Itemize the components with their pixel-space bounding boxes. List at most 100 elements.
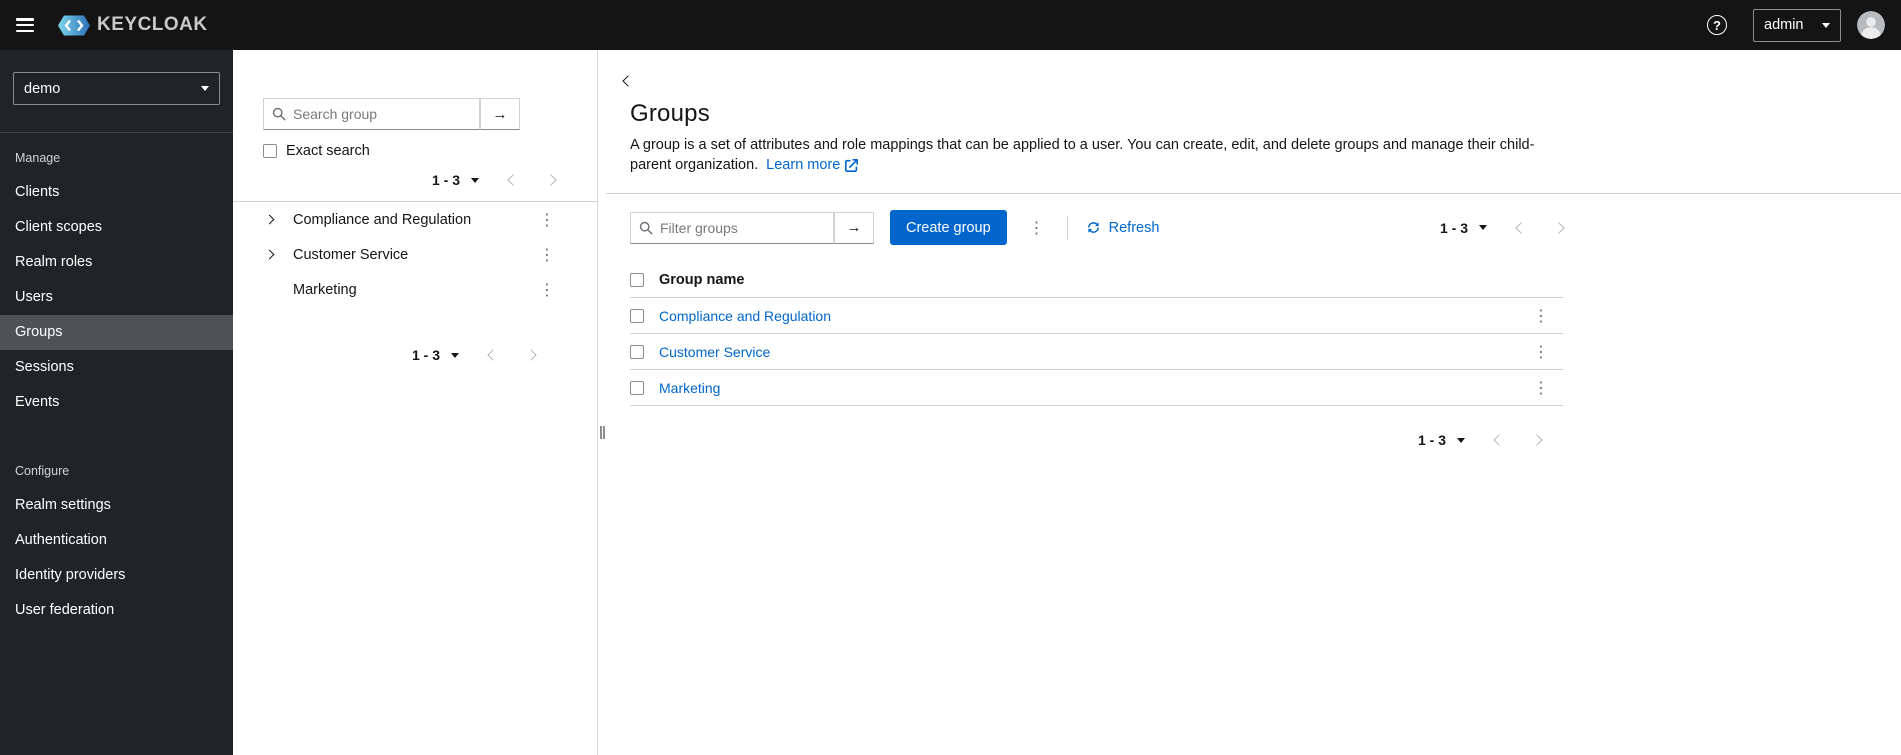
expand-chevron-icon[interactable] bbox=[264, 214, 280, 225]
panel-resize-handle[interactable] bbox=[597, 50, 606, 755]
table-pagination-top: 1 - 3 bbox=[1440, 220, 1565, 236]
pagination-next-button[interactable] bbox=[525, 349, 537, 361]
pagination-prev-button[interactable] bbox=[1515, 221, 1527, 234]
sidebar-item-groups[interactable]: Groups bbox=[0, 315, 233, 350]
filter-box bbox=[630, 211, 834, 244]
row-checkbox[interactable] bbox=[630, 308, 644, 323]
chevron-left-icon bbox=[1515, 221, 1527, 234]
tree-pagination-top: 1 - 3 bbox=[233, 172, 597, 188]
keycloak-logo-icon bbox=[56, 13, 92, 38]
tree-item-label[interactable]: Marketing bbox=[293, 282, 535, 298]
chevron-down-icon bbox=[451, 352, 459, 358]
sidebar-item-clients[interactable]: Clients bbox=[0, 175, 233, 210]
kebab-menu-button[interactable]: ⋮ bbox=[1529, 342, 1553, 362]
sidebar-item-realm-settings[interactable]: Realm settings bbox=[0, 488, 233, 523]
search-icon bbox=[272, 107, 286, 121]
external-link-icon bbox=[845, 158, 859, 172]
chevron-left-icon bbox=[1493, 434, 1505, 446]
kebab-menu-button[interactable]: ⋮ bbox=[535, 245, 559, 265]
refresh-label: Refresh bbox=[1108, 219, 1160, 236]
chevron-left-icon bbox=[487, 349, 499, 361]
pagination-prev-button[interactable] bbox=[1493, 434, 1505, 446]
pagination-range: 1 - 3 bbox=[411, 347, 440, 363]
chevron-right-icon bbox=[1553, 221, 1565, 234]
tree-item-label[interactable]: Compliance and Regulation bbox=[293, 212, 535, 228]
filter-groups-input[interactable] bbox=[630, 211, 834, 244]
grip-icon bbox=[600, 426, 602, 439]
page-description: A group is a set of attributes and role … bbox=[630, 137, 1535, 175]
row-checkbox[interactable] bbox=[630, 380, 644, 395]
tree-pagination-bottom: 1 - 3 bbox=[233, 347, 597, 363]
brand[interactable]: KEYCLOAK bbox=[56, 13, 208, 38]
pagination-next-button[interactable] bbox=[545, 174, 557, 186]
tree-item-label[interactable]: Customer Service bbox=[293, 247, 535, 263]
pagination-menu-toggle[interactable]: 1 - 3 bbox=[412, 347, 459, 363]
pagination-menu-toggle[interactable]: 1 - 3 bbox=[432, 172, 479, 188]
kebab-menu-button[interactable]: ⋮ bbox=[535, 210, 559, 230]
sidebar-item-users[interactable]: Users bbox=[0, 280, 233, 315]
pagination-menu-toggle[interactable]: 1 - 3 bbox=[1440, 220, 1487, 236]
group-name-column-header[interactable]: Group name bbox=[659, 272, 744, 288]
sidebar-item-client-scopes[interactable]: Client scopes bbox=[0, 210, 233, 245]
chevron-down-icon bbox=[201, 86, 209, 91]
exact-search-checkbox[interactable] bbox=[263, 144, 277, 158]
table-row: Marketing ⋮ bbox=[630, 370, 1563, 406]
group-name-link[interactable]: Customer Service bbox=[659, 344, 770, 360]
tree-item-customer-service[interactable]: Customer Service ⋮ bbox=[233, 237, 597, 272]
group-name-link[interactable]: Compliance and Regulation bbox=[659, 308, 831, 324]
expand-chevron-icon[interactable] bbox=[264, 249, 280, 260]
create-group-button[interactable]: Create group bbox=[890, 210, 1007, 245]
kebab-menu-button[interactable]: ⋮ bbox=[1529, 378, 1553, 398]
chevron-down-icon bbox=[471, 177, 479, 183]
page-header: Groups A group is a set of attributes an… bbox=[606, 88, 1901, 194]
realm-selector-value: demo bbox=[24, 80, 61, 97]
collapse-tree-button[interactable] bbox=[622, 74, 640, 88]
pagination-next-button[interactable] bbox=[1553, 221, 1565, 234]
sidebar-item-realm-roles[interactable]: Realm roles bbox=[0, 245, 233, 280]
nav-toggle-icon[interactable] bbox=[16, 18, 34, 32]
tree-search-submit-button[interactable]: → bbox=[480, 98, 520, 130]
help-icon[interactable]: ? bbox=[1707, 15, 1727, 35]
learn-more-link[interactable]: Learn more bbox=[766, 155, 859, 175]
group-name-link[interactable]: Marketing bbox=[659, 380, 720, 396]
tree-search-group: → bbox=[263, 98, 520, 130]
filter-group: → bbox=[630, 211, 874, 244]
sidebar-item-user-federation[interactable]: User federation bbox=[0, 593, 233, 628]
user-menu[interactable]: admin bbox=[1753, 8, 1841, 42]
refresh-button[interactable]: Refresh bbox=[1086, 219, 1160, 236]
table-row: Compliance and Regulation ⋮ bbox=[630, 298, 1563, 334]
kebab-menu-button[interactable]: ⋮ bbox=[1529, 306, 1553, 326]
sidebar-item-authentication[interactable]: Authentication bbox=[0, 523, 233, 558]
table-header-row: Group name bbox=[630, 262, 1563, 298]
brand-wordmark: KEYCLOAK bbox=[97, 14, 208, 35]
select-all-checkbox[interactable] bbox=[630, 272, 644, 287]
realm-selector[interactable]: demo bbox=[13, 72, 220, 105]
avatar[interactable] bbox=[1857, 11, 1885, 39]
chevron-left-icon bbox=[507, 174, 519, 186]
tree-item-marketing[interactable]: Marketing ⋮ bbox=[233, 272, 597, 307]
sidebar-item-sessions[interactable]: Sessions bbox=[0, 350, 233, 385]
chevron-down-icon bbox=[1479, 225, 1487, 230]
exact-search-label: Exact search bbox=[286, 143, 370, 159]
chevron-down-icon bbox=[1822, 22, 1830, 28]
manage-nav-group: Clients Client scopes Realm roles Users … bbox=[0, 175, 233, 420]
row-checkbox[interactable] bbox=[630, 344, 644, 359]
pagination-prev-button[interactable] bbox=[507, 174, 519, 186]
pagination-prev-button[interactable] bbox=[487, 349, 499, 361]
sidebar-item-identity-providers[interactable]: Identity providers bbox=[0, 558, 233, 593]
tree-item-compliance-and-regulation[interactable]: Compliance and Regulation ⋮ bbox=[233, 202, 597, 237]
tree-search-input[interactable] bbox=[263, 98, 480, 130]
sidebar-item-events[interactable]: Events bbox=[0, 385, 233, 420]
refresh-icon bbox=[1087, 222, 1099, 233]
pagination-menu-toggle[interactable]: 1 - 3 bbox=[1418, 432, 1465, 448]
groups-table: Group name Compliance and Regulation ⋮ C… bbox=[630, 262, 1563, 406]
pagination-range: 1 - 3 bbox=[1439, 219, 1468, 236]
kebab-menu-button[interactable]: ⋮ bbox=[1025, 218, 1049, 238]
chevron-left-icon bbox=[622, 75, 634, 87]
nav-section-configure: Configure bbox=[15, 464, 70, 478]
table-row: Customer Service ⋮ bbox=[630, 334, 1563, 370]
filter-submit-button[interactable]: → bbox=[834, 211, 874, 244]
kebab-menu-button[interactable]: ⋮ bbox=[535, 280, 559, 300]
pagination-next-button[interactable] bbox=[1531, 434, 1543, 446]
sidebar: demo Manage Clients Client scopes Realm … bbox=[0, 50, 233, 755]
